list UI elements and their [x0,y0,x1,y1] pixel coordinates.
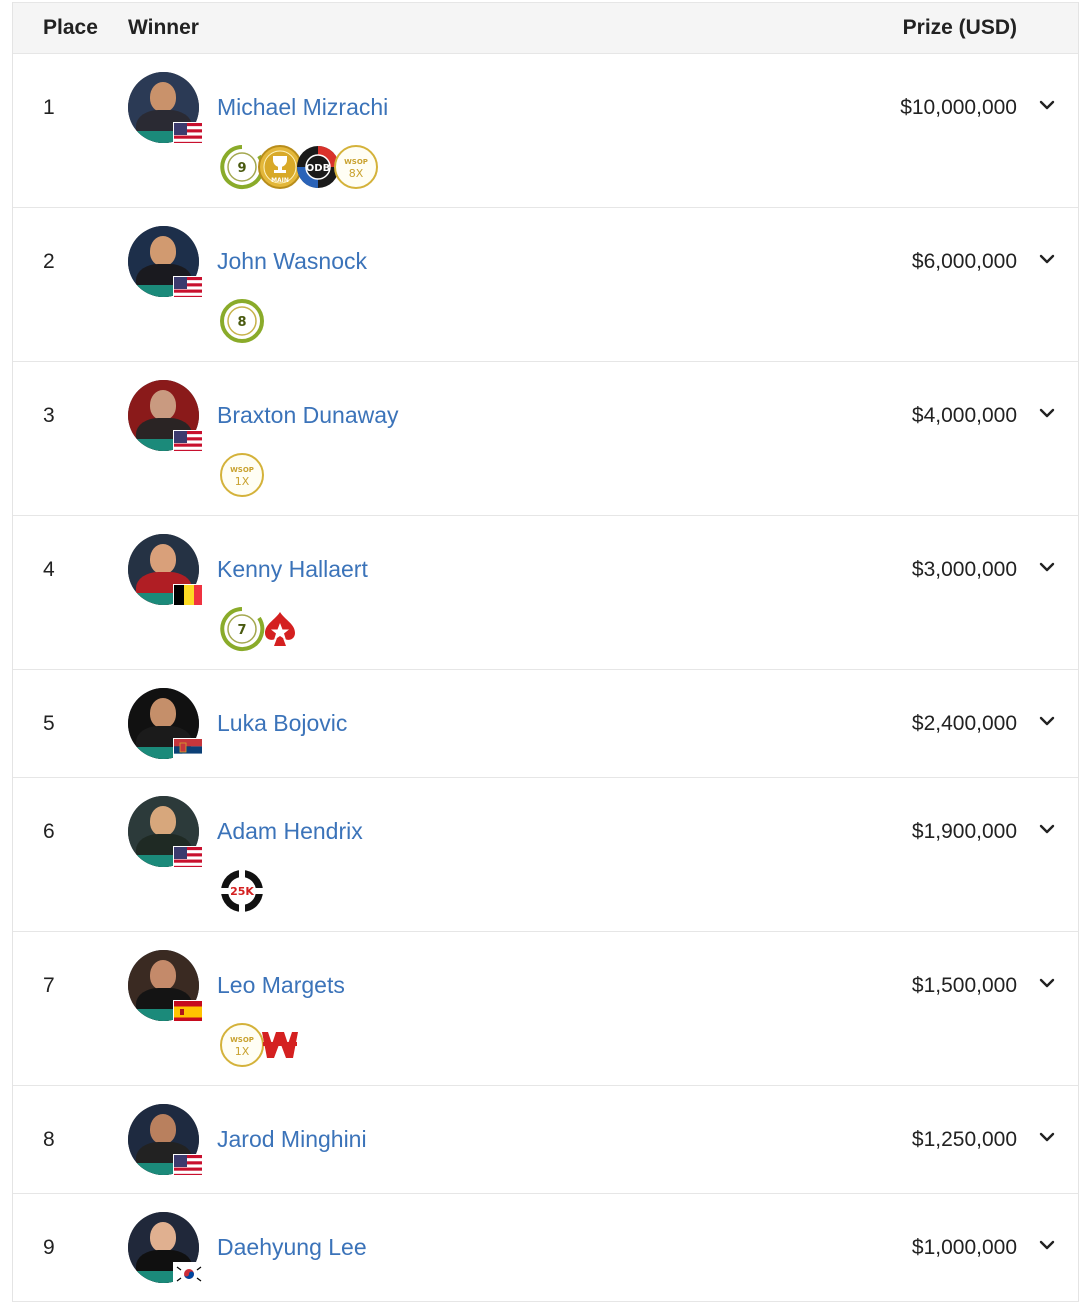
place-number: 1 [43,96,55,119]
table-row: 2 John Wasnock 8 $6,000,000 [13,208,1078,362]
place-number: 6 [43,820,55,843]
country-flag-icon [173,1154,203,1176]
svg-text:7: 7 [237,623,246,638]
table-row: 5 Luka Bojovic $2,400,000 [13,670,1078,778]
player-name-link[interactable]: John Wasnock [217,248,367,275]
chevron-down-icon[interactable] [1036,972,1058,994]
chevron-down-icon[interactable] [1036,1234,1058,1256]
prize-amount: $1,250,000 [911,1128,1017,1151]
results-table: Place Winner Prize (USD) 1 Michael Mizra… [12,2,1079,1302]
prize-amount: $10,000,000 [900,96,1017,119]
place-number: 7 [43,974,55,997]
wsop-badge-icon: WSOP 1X [219,452,265,498]
table-body: 1 Michael Mizrachi 9 MAIN ODB WSOP 8X $10,00… [13,54,1078,1302]
country-flag-icon [173,122,203,144]
prize-amount: $4,000,000 [911,404,1017,427]
prize-amount: $1,000,000 [911,1236,1017,1259]
svg-text:9: 9 [237,161,246,176]
country-flag-icon [173,430,203,452]
table-header: Place Winner Prize (USD) [13,2,1078,54]
svg-text:1X: 1X [235,1045,250,1058]
chevron-down-icon[interactable] [1036,1126,1058,1148]
chevron-down-icon[interactable] [1036,710,1058,732]
achievement-badges: 9 MAIN ODB WSOP 8X [219,144,378,190]
achievement-badges: WSOP 1X [219,1022,298,1068]
player-name-link[interactable]: Leo Margets [217,972,345,999]
table-row: 1 Michael Mizrachi 9 MAIN ODB WSOP 8X $10,00… [13,54,1078,208]
country-flag-icon [173,846,203,868]
achievement-badges: 25K [219,868,263,914]
player-name-link[interactable]: Jarod Minghini [217,1126,367,1153]
chip25k-badge-icon: 25K [219,868,265,914]
column-header-place: Place [43,16,98,39]
player-name-link[interactable]: Adam Hendrix [217,818,363,845]
country-flag-icon [173,1262,203,1284]
bracelet-full-badge-icon: 8 [219,298,265,344]
place-number: 9 [43,1236,55,1259]
achievement-badges: 8 [219,298,264,344]
pokerstars-badge-icon [257,606,303,652]
svg-text:MAIN: MAIN [271,177,289,184]
player-name-link[interactable]: Luka Bojovic [217,710,347,737]
chevron-down-icon[interactable] [1036,402,1058,424]
place-number: 2 [43,250,55,273]
table-row: 3 Braxton Dunaway WSOP 1X $4,000,000 [13,362,1078,516]
pokerstars-w-badge-icon [257,1022,303,1068]
table-row: 4 Kenny Hallaert 7 $3,000,000 [13,516,1078,670]
svg-text:ODB: ODB [306,163,330,174]
prize-amount: $1,500,000 [911,974,1017,997]
svg-text:8X: 8X [349,167,364,180]
prize-amount: $3,000,000 [911,558,1017,581]
svg-text:WSOP: WSOP [230,466,254,474]
place-number: 4 [43,558,55,581]
place-number: 5 [43,712,55,735]
player-name-link[interactable]: Michael Mizrachi [217,94,388,121]
svg-text:WSOP: WSOP [344,158,368,166]
svg-text:WSOP: WSOP [230,1036,254,1044]
player-name-link[interactable]: Braxton Dunaway [217,402,399,429]
column-header-winner: Winner [128,16,199,39]
chevron-down-icon[interactable] [1036,818,1058,840]
country-flag-icon [173,584,203,606]
table-row: 8 Jarod Minghini $1,250,000 [13,1086,1078,1194]
prize-amount: $6,000,000 [911,250,1017,273]
table-row: 6 Adam Hendrix 25K $1,900,000 [13,778,1078,932]
chevron-down-icon[interactable] [1036,94,1058,116]
country-flag-icon [173,738,203,760]
table-row: 9 Daehyung Lee $1,000,000 [13,1194,1078,1302]
column-header-prize: Prize (USD) [902,16,1017,39]
svg-text:8: 8 [237,315,246,330]
place-number: 3 [43,404,55,427]
svg-text:25K: 25K [230,885,254,898]
chevron-down-icon[interactable] [1036,248,1058,270]
country-flag-icon [173,1000,203,1022]
achievement-badges: 7 [219,606,295,652]
player-name-link[interactable]: Daehyung Lee [217,1234,367,1261]
player-name-link[interactable]: Kenny Hallaert [217,556,368,583]
chevron-down-icon[interactable] [1036,556,1058,578]
country-flag-icon [173,276,203,298]
table-row: 7 Leo Margets WSOP 1X $1,500,000 [13,932,1078,1086]
wsop-badge-icon: WSOP 8X [333,144,379,190]
place-number: 8 [43,1128,55,1151]
achievement-badges: WSOP 1X [219,452,264,498]
prize-amount: $2,400,000 [911,712,1017,735]
svg-text:1X: 1X [235,475,250,488]
prize-amount: $1,900,000 [911,820,1017,843]
